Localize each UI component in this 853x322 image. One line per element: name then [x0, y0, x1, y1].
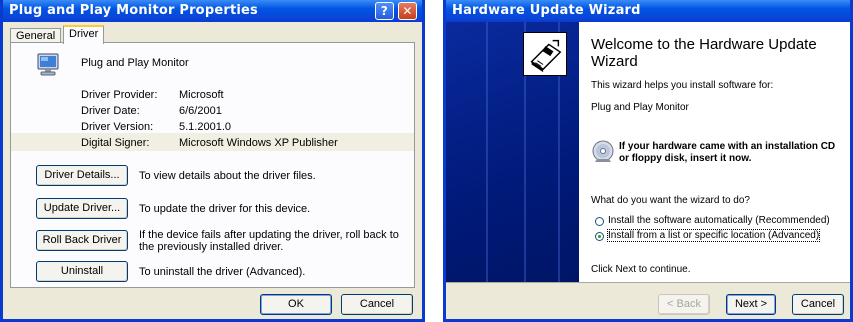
continue-hint: Click Next to continue.	[591, 264, 691, 275]
install-from-list-radio[interactable]	[595, 232, 604, 241]
driver-version-label: Driver Version:	[81, 121, 154, 133]
hardware-update-wizard: Hardware Update Wizard Welcome to the Ha…	[443, 0, 853, 322]
help-button[interactable]: ?	[375, 2, 394, 20]
help-icon: ?	[380, 4, 389, 18]
wizard-button-bar: < Back Next > Cancel	[446, 282, 850, 319]
cd-prompt: If your hardware came with an installati…	[619, 141, 836, 164]
wizard-question: What do you want the wizard to do?	[591, 195, 750, 206]
tab-general[interactable]: General	[10, 28, 62, 43]
digital-signer-label: Digital Signer:	[81, 137, 150, 149]
driver-date-value: 6/6/2001	[179, 105, 222, 117]
install-automatically-label[interactable]: Install the software automatically (Reco…	[608, 215, 830, 226]
properties-dialog: Plug and Play Monitor Properties ? ✕ Gen…	[0, 0, 425, 322]
ok-button[interactable]: OK	[260, 294, 332, 315]
next-button[interactable]: Next >	[726, 294, 776, 315]
properties-title: Plug and Play Monitor Properties	[9, 3, 258, 18]
update-driver-button[interactable]: Update Driver...	[36, 198, 128, 219]
wizard-intro: This wizard helps you install software f…	[591, 80, 774, 91]
driver-details-description: To view details about the driver files.	[139, 170, 316, 182]
roll-back-driver-button[interactable]: Roll Back Driver	[36, 230, 128, 251]
wizard-cancel-button[interactable]: Cancel	[792, 294, 844, 315]
digital-signer-value: Microsoft Windows XP Publisher	[179, 137, 338, 149]
wizard-titlebar[interactable]: Hardware Update Wizard	[446, 0, 850, 22]
uninstall-button[interactable]: Uninstall	[36, 261, 128, 282]
wizard-title: Hardware Update Wizard	[452, 3, 641, 18]
monitor-icon	[37, 53, 59, 76]
driver-details-button[interactable]: Driver Details...	[36, 165, 128, 186]
device-name: Plug and Play Monitor	[81, 57, 189, 69]
uninstall-description: To uninstall the driver (Advanced).	[139, 266, 306, 278]
hardware-card-icon	[523, 32, 567, 76]
roll-back-description: If the device fails after updating the d…	[139, 229, 399, 253]
driver-version-value: 5.1.2001.0	[179, 121, 231, 133]
wizard-content: Welcome to the Hardware Update Wizard Th…	[579, 22, 850, 282]
tab-driver[interactable]: Driver	[63, 25, 105, 44]
cd-icon	[592, 140, 614, 162]
update-driver-description: To update the driver for this device.	[139, 203, 311, 215]
back-button[interactable]: < Back	[658, 294, 710, 315]
properties-titlebar[interactable]: Plug and Play Monitor Properties ? ✕	[3, 0, 422, 22]
driver-provider-value: Microsoft	[179, 89, 224, 101]
install-from-list-label[interactable]: Install from a list or specific location…	[606, 229, 821, 242]
driver-provider-label: Driver Provider:	[81, 89, 158, 101]
install-automatically-radio[interactable]	[595, 217, 604, 226]
cancel-button[interactable]: Cancel	[341, 294, 413, 315]
driver-date-label: Driver Date:	[81, 105, 140, 117]
close-icon: ✕	[402, 4, 413, 18]
wizard-device-name: Plug and Play Monitor	[591, 102, 689, 113]
wizard-side-banner	[446, 22, 579, 282]
wizard-heading: Welcome to the Hardware Update Wizard	[591, 36, 817, 70]
driver-tab-panel: Plug and Play Monitor Driver Provider: M…	[10, 42, 415, 288]
close-button[interactable]: ✕	[398, 2, 417, 20]
